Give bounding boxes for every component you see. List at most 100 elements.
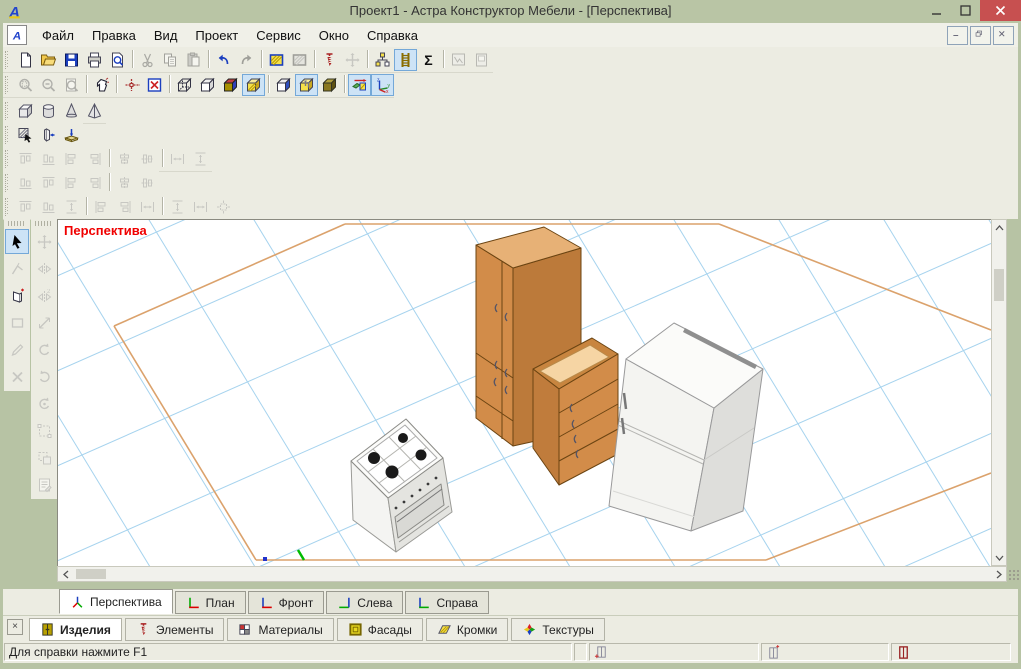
delete-tool-button bbox=[5, 364, 29, 389]
toolbar-separator bbox=[440, 50, 447, 70]
panel-vertical-button[interactable] bbox=[37, 124, 60, 146]
maximize-button[interactable] bbox=[951, 0, 980, 21]
cube-wire-button[interactable] bbox=[173, 74, 196, 96]
fittings-button bbox=[341, 49, 364, 71]
cube-fittings-button[interactable] bbox=[295, 74, 318, 96]
folder-open-button[interactable] bbox=[37, 49, 60, 71]
doc-new-button[interactable] bbox=[14, 49, 37, 71]
vertical-scrollbar[interactable] bbox=[991, 219, 1007, 566]
structure-tree-button[interactable] bbox=[371, 49, 394, 71]
mdi-close-button[interactable] bbox=[993, 26, 1014, 45]
prim-cylinder-button[interactable] bbox=[37, 100, 60, 122]
texture-move-button[interactable] bbox=[348, 74, 371, 96]
center-h-button bbox=[113, 148, 136, 170]
toolbar-separator bbox=[106, 173, 113, 193]
object-tab-products[interactable]: Изделия bbox=[29, 618, 122, 641]
ladder-button[interactable] bbox=[394, 49, 417, 71]
view-tab-right[interactable]: Справа bbox=[405, 591, 488, 614]
rect-tool-button bbox=[5, 310, 29, 335]
object-tab-label: Текстуры bbox=[542, 623, 594, 637]
cube-blue-button[interactable] bbox=[272, 74, 295, 96]
select-arrow-button[interactable] bbox=[5, 229, 29, 254]
snap-floor-button bbox=[14, 172, 37, 194]
object-tab-label: Элементы bbox=[156, 623, 214, 637]
scroll-right-icon[interactable] bbox=[991, 567, 1006, 581]
toolbar-grip bbox=[35, 221, 53, 226]
axes-3d-icon bbox=[70, 595, 85, 609]
prim-box-icon bbox=[17, 103, 34, 119]
vertical-scroll-thumb[interactable] bbox=[994, 269, 1004, 301]
cube-solid-button[interactable] bbox=[219, 74, 242, 96]
prim-cone-button[interactable] bbox=[60, 100, 83, 122]
scroll-left-icon[interactable] bbox=[58, 567, 73, 581]
document-icon[interactable]: A bbox=[7, 25, 27, 45]
toolbar-separator bbox=[83, 197, 90, 217]
print-button[interactable] bbox=[83, 49, 106, 71]
axes-button[interactable]: zyx bbox=[371, 74, 394, 96]
report-model-button bbox=[447, 49, 470, 71]
save-button[interactable] bbox=[60, 49, 83, 71]
close-button[interactable] bbox=[980, 0, 1021, 21]
3d-scene[interactable] bbox=[58, 220, 991, 566]
screw-button[interactable] bbox=[318, 49, 341, 71]
3d-viewport[interactable]: Перспектива bbox=[57, 219, 992, 567]
menu-file[interactable]: Файл bbox=[33, 25, 83, 46]
menu-project[interactable]: Проект bbox=[186, 25, 247, 46]
rotate-left-button bbox=[32, 337, 56, 362]
close-panel-button[interactable]: × bbox=[7, 619, 23, 635]
report-doc-button bbox=[470, 49, 493, 71]
panel-horizontal-button[interactable] bbox=[60, 124, 83, 146]
align-seq-right-button bbox=[83, 148, 106, 170]
object-tab-edges[interactable]: Кромки bbox=[426, 618, 509, 641]
plan-axes-icon bbox=[186, 596, 201, 610]
mdi-minimize-button[interactable] bbox=[947, 26, 968, 45]
view-tab-plan[interactable]: План bbox=[175, 591, 246, 614]
object-tab-facades[interactable]: Фасады bbox=[337, 618, 423, 641]
toolbar-separator bbox=[129, 50, 136, 70]
front-axes-icon bbox=[259, 596, 274, 610]
cube-texture-button[interactable] bbox=[242, 74, 265, 96]
horizontal-scroll-thumb[interactable] bbox=[76, 569, 106, 579]
paste-button bbox=[182, 49, 205, 71]
scroll-up-icon[interactable] bbox=[992, 220, 1006, 235]
center-selection-button[interactable] bbox=[120, 74, 143, 96]
horizontal-scrollbar[interactable] bbox=[57, 566, 1007, 582]
menu-view[interactable]: Вид bbox=[145, 25, 187, 46]
menu-help[interactable]: Справка bbox=[358, 25, 427, 46]
select-hatch-button[interactable] bbox=[14, 124, 37, 146]
cube-dark-button[interactable] bbox=[318, 74, 341, 96]
textures-icon bbox=[522, 622, 537, 637]
pan-hand-button[interactable] bbox=[90, 74, 113, 96]
view-tab-perspective[interactable]: Перспектива bbox=[59, 589, 173, 614]
resize-grip[interactable] bbox=[1008, 569, 1020, 581]
undo-button[interactable] bbox=[212, 49, 235, 71]
view-tab-left[interactable]: Слева bbox=[326, 591, 403, 614]
cube-white-button[interactable] bbox=[196, 74, 219, 96]
stove-3d[interactable] bbox=[351, 419, 452, 552]
view-tab-front[interactable]: Фронт bbox=[248, 591, 325, 614]
add-panel-button[interactable] bbox=[5, 283, 29, 308]
sigma-button[interactable]: Σ bbox=[417, 49, 440, 71]
fill-texture-off-icon bbox=[291, 52, 308, 68]
menu-service[interactable]: Сервис bbox=[247, 25, 310, 46]
scroll-down-icon[interactable] bbox=[992, 550, 1006, 565]
object-tab-textures[interactable]: Текстуры bbox=[511, 618, 605, 641]
menu-edit[interactable]: Правка bbox=[83, 25, 145, 46]
mirror-v-button bbox=[32, 256, 56, 281]
preview-button[interactable] bbox=[106, 49, 129, 71]
object-tab-elements[interactable]: Элементы bbox=[125, 618, 225, 641]
prim-box-button[interactable] bbox=[14, 100, 37, 122]
view-tab-label: Слева bbox=[357, 596, 392, 610]
snap-ceiling-button bbox=[37, 172, 60, 194]
status-cab-add-icon bbox=[594, 645, 609, 660]
mdi-restore-button[interactable] bbox=[970, 26, 991, 45]
minimize-button[interactable] bbox=[922, 0, 951, 21]
object-tab-materials[interactable]: Материалы bbox=[227, 618, 333, 641]
move-object-icon bbox=[36, 234, 53, 250]
delete-selection-button[interactable] bbox=[143, 74, 166, 96]
prim-pyramid-button[interactable] bbox=[83, 100, 106, 122]
gap-v-icon bbox=[169, 199, 186, 215]
menu-window[interactable]: Окно bbox=[310, 25, 358, 46]
status-cab-new-icon bbox=[766, 645, 781, 660]
fill-texture-button[interactable] bbox=[265, 49, 288, 71]
